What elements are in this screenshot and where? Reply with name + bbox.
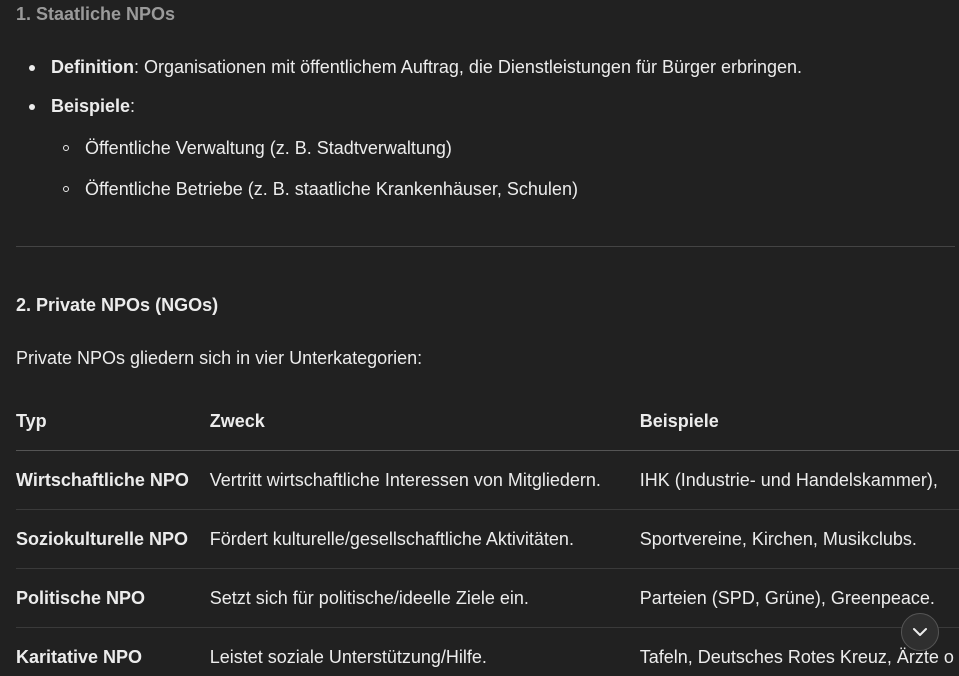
cell-zweck: Leistet soziale Unterstützung/Hilfe. <box>209 646 487 667</box>
scroll-to-bottom-button[interactable] <box>901 613 939 651</box>
horizontal-divider <box>16 246 955 247</box>
cell-beispiele: Sportvereine, Kirchen, Musikclubs. <box>639 509 959 569</box>
definition-text: : Organisationen mit öffentlichem Auftra… <box>134 57 803 77</box>
cell-zweck: Vertritt wirtschaftliche Interessen von … <box>209 450 640 510</box>
table-row: Karitative NPO Leistet soziale Unterstüt… <box>16 628 959 676</box>
cell-typ: Wirtschaftliche NPO <box>16 450 210 510</box>
definition-label: Definition <box>51 57 134 77</box>
cell-zweck: Setzt sich für politische/ideelle Ziele … <box>209 568 640 628</box>
list-item-example: Öffentliche Verwaltung (z. B. Stadtverwa… <box>85 138 452 158</box>
section-heading-private-npos: 2. Private NPOs (NGOs) <box>16 295 219 315</box>
sub-bullet-circle <box>63 186 69 192</box>
cell-typ: Karitative NPO <box>16 646 143 667</box>
column-header-beispiele: Beispiele <box>639 392 959 451</box>
list-item-definition: Definition: Organisationen mit öffentlic… <box>51 57 802 78</box>
cell-typ: Soziokulturelle NPO <box>16 509 210 569</box>
column-header-typ: Typ <box>16 392 210 451</box>
examples-colon: : <box>130 96 136 116</box>
cell-zweck: Fördert kulturelle/gesellschaftliche Akt… <box>209 509 640 569</box>
bullet-dot <box>29 104 35 110</box>
column-header-zweck: Zweck <box>209 392 640 451</box>
cell-typ: Politische NPO <box>16 568 210 628</box>
table-header-row: Typ Zweck Beispiele <box>16 392 959 451</box>
sub-bullet-circle <box>63 145 69 151</box>
examples-label: Beispiele <box>51 96 131 116</box>
section-heading-staatliche-npos: 1. Staatliche NPOs <box>16 4 176 24</box>
table-row: Wirtschaftliche NPO Vertritt wirtschaftl… <box>16 450 959 510</box>
table-row: Soziokulturelle NPO Fördert kulturelle/g… <box>16 509 959 569</box>
list-item-beispiele: Beispiele: <box>51 96 135 117</box>
npo-table: Typ Zweck Beispiele Wirtschaftliche NPO … <box>16 392 959 676</box>
intro-text: Private NPOs gliedern sich in vier Unter… <box>16 348 423 368</box>
table-row: Politische NPO Setzt sich für politische… <box>16 568 959 628</box>
cell-beispiele: IHK (Industrie- und Handelskammer), <box>639 450 959 510</box>
bullet-dot <box>29 65 35 71</box>
list-item-example: Öffentliche Betriebe (z. B. staatliche K… <box>85 179 578 199</box>
chevron-down-icon <box>913 628 927 636</box>
